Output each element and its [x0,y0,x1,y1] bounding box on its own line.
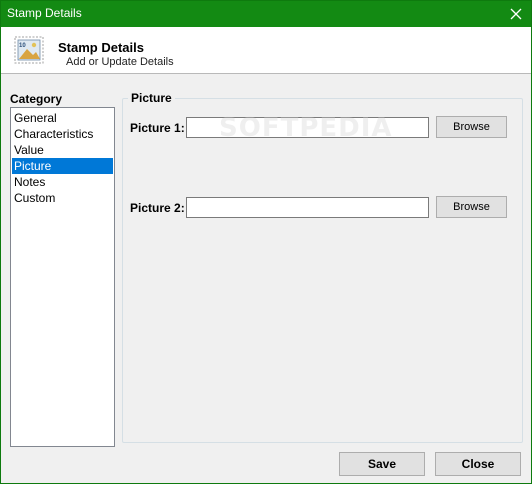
title-bar[interactable]: Stamp Details [1,1,531,27]
picture-1-browse-button[interactable]: Browse [436,116,507,138]
picture-1-input[interactable] [186,117,429,138]
picture-2-label: Picture 2: [130,201,185,215]
svg-text:10: 10 [19,43,26,49]
picture-2-input[interactable] [186,197,429,218]
category-item-characteristics[interactable]: Characteristics [12,126,113,142]
close-icon [510,8,522,20]
header-title: Stamp Details [58,40,144,55]
picture-group-title: Picture [128,91,175,105]
category-label: Category [10,92,63,106]
category-item-general[interactable]: General [12,110,113,126]
window-title: Stamp Details [7,6,82,20]
category-item-notes[interactable]: Notes [12,174,113,190]
picture-1-label: Picture 1: [130,121,185,135]
category-item-custom[interactable]: Custom [12,190,113,206]
picture-group-box [122,98,523,443]
category-item-picture[interactable]: Picture [12,158,113,174]
category-list[interactable]: General Characteristics Value Picture No… [10,107,115,447]
save-button[interactable]: Save [339,452,425,476]
picture-2-browse-button[interactable]: Browse [436,196,507,218]
stamp-icon: 10 [14,36,44,64]
header-panel: 10 Stamp Details Add or Update Details [1,27,531,74]
stamp-details-window: Stamp Details 10 Stamp Details Add or Up… [0,0,532,484]
header-subtitle: Add or Update Details [66,56,174,68]
category-item-value[interactable]: Value [12,142,113,158]
close-window-button[interactable] [501,1,531,27]
close-button[interactable]: Close [435,452,521,476]
